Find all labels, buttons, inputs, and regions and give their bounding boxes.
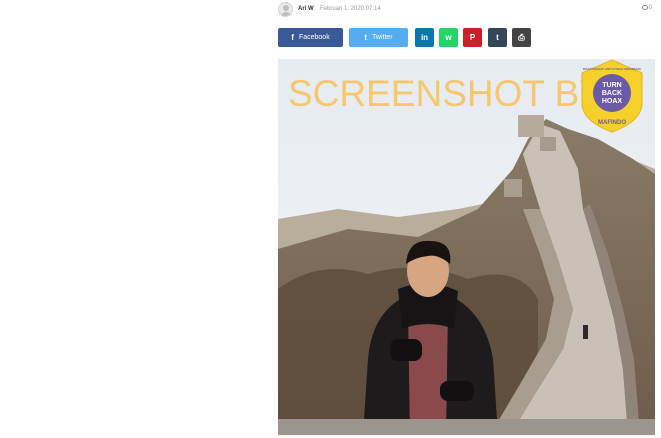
share-pinterest-button[interactable]: P (463, 28, 482, 47)
svg-text:BACK: BACK (602, 90, 622, 97)
facebook-icon: f (291, 33, 294, 42)
linkedin-icon: in (420, 33, 429, 42)
facebook-label: Facebook (298, 34, 330, 41)
twitter-label: Twitter (372, 34, 393, 41)
post-date: Februari 1, 2020 07:14 (320, 6, 381, 12)
share-linkedin-button[interactable]: in (415, 28, 434, 47)
share-whatsapp-button[interactable]: w (439, 28, 458, 47)
svg-text:TURN: TURN (602, 82, 621, 89)
share-facebook-button[interactable]: f Facebook (278, 28, 343, 47)
twitter-icon: t (364, 33, 368, 42)
author-name[interactable]: Ari W (298, 6, 314, 12)
svg-text:HOAX: HOAX (602, 98, 623, 105)
tumblr-icon: t (496, 33, 499, 42)
whatsapp-icon: w (445, 33, 452, 42)
avatar-head (283, 5, 289, 11)
comment-count-value: 0 (648, 5, 652, 11)
screenshot-watermark: SCREENSHOT BY (288, 73, 604, 114)
comment-count[interactable]: 0 (641, 5, 652, 11)
share-tumblr-button[interactable]: t (488, 28, 507, 47)
svg-text:MASYARAKAT ANTI FITNAH INDONES: MASYARAKAT ANTI FITNAH INDONESIA (583, 67, 642, 71)
svg-text:MAFINDO: MAFINDO (598, 120, 626, 126)
pinterest-icon: P (469, 33, 476, 42)
post-meta: Ari W Februari 1, 2020 07:14 0 (278, 2, 654, 18)
turnbackhoax-seal-logo: TURN BACK HOAX MAFINDO MASYARAKAT ANTI F… (581, 59, 643, 133)
author-avatar[interactable] (278, 2, 293, 17)
article-image: SCREENSHOT BY TURN BACK HOAX MAFINDO MAS… (278, 59, 655, 435)
share-twitter-button[interactable]: t Twitter (349, 28, 408, 47)
avatar-body (281, 12, 291, 16)
print-button[interactable]: ⎙ (512, 28, 531, 47)
comment-icon (641, 5, 648, 10)
print-icon: ⎙ (518, 32, 525, 42)
